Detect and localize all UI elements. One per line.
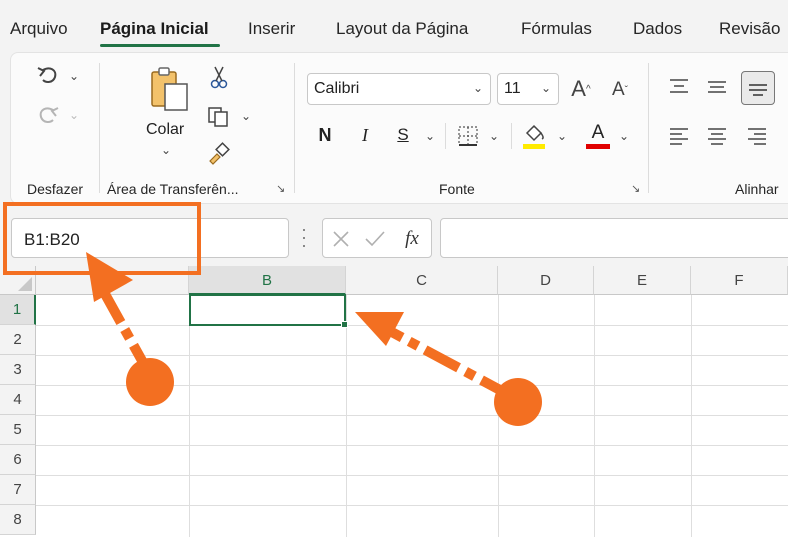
paste-label[interactable]: Colar: [146, 121, 184, 139]
insert-function-icon[interactable]: fx: [399, 226, 425, 252]
tab-arquivo[interactable]: Arquivo: [10, 19, 68, 39]
grow-font-icon[interactable]: A ^: [567, 75, 595, 103]
undo-icon[interactable]: [33, 63, 63, 89]
tab-pagina-inicial[interactable]: Página Inicial: [100, 19, 209, 39]
formula-controls: fx: [322, 218, 432, 258]
font-name-value: Calibri: [314, 80, 360, 97]
enter-icon[interactable]: [363, 227, 387, 251]
paste-icon[interactable]: [148, 65, 192, 115]
align-middle-icon[interactable]: [705, 75, 729, 97]
underline-dropdown-icon[interactable]: ⌄: [425, 129, 435, 143]
gridline: [36, 445, 788, 446]
chevron-down-icon: ⌄: [472, 81, 483, 95]
gridline: [594, 295, 595, 537]
column-header-d[interactable]: D: [498, 266, 594, 295]
gridline: [498, 295, 499, 537]
borders-dropdown-icon[interactable]: ⌄: [489, 129, 499, 143]
cut-icon[interactable]: [209, 65, 229, 89]
column-header-e[interactable]: E: [594, 266, 691, 295]
underline-button[interactable]: S: [391, 123, 415, 147]
font-name-select[interactable]: Calibri ⌄: [307, 73, 491, 105]
group-label-undo: Desfazer: [27, 181, 84, 197]
bold-button[interactable]: N: [313, 123, 337, 147]
borders-icon[interactable]: [455, 123, 481, 149]
gridline: [36, 355, 788, 356]
fill-handle[interactable]: [341, 321, 348, 328]
group-divider: [99, 63, 100, 193]
align-left-icon[interactable]: [667, 125, 691, 147]
italic-button[interactable]: I: [353, 123, 377, 147]
more-options-icon[interactable]: · · ·: [301, 220, 307, 254]
row-header-4[interactable]: 4: [0, 385, 36, 415]
tab-formulas[interactable]: Fórmulas: [521, 19, 592, 39]
group-label-alignment: Alinhar: [735, 181, 779, 197]
font-size-value: 11: [504, 80, 521, 97]
redo-icon[interactable]: [33, 103, 63, 129]
gridline: [36, 325, 788, 326]
paste-dropdown-icon[interactable]: ⌄: [161, 143, 171, 157]
row-header-5[interactable]: 5: [0, 415, 36, 445]
gridline: [691, 295, 692, 537]
align-center-icon[interactable]: [705, 125, 729, 147]
redo-dropdown-icon: ⌄: [69, 108, 80, 122]
column-header-f[interactable]: F: [691, 266, 788, 295]
align-right-icon[interactable]: [745, 125, 769, 147]
shrink-font-icon[interactable]: Aˇ: [607, 77, 633, 103]
copy-icon[interactable]: [206, 105, 232, 129]
tab-inserir[interactable]: Inserir: [248, 19, 295, 39]
tab-dados[interactable]: Dados: [633, 19, 682, 39]
gridline: [36, 475, 788, 476]
row-header-2[interactable]: 2: [0, 325, 36, 355]
copy-dropdown-icon[interactable]: ⌄: [241, 109, 251, 123]
divider: [511, 123, 512, 149]
formula-input[interactable]: [440, 218, 788, 258]
row-header-1[interactable]: 1: [0, 295, 36, 325]
chevron-down-icon: ⌄: [540, 81, 551, 95]
gridline: [189, 295, 190, 537]
column-header-b[interactable]: B: [189, 266, 346, 295]
worksheet-grid[interactable]: B C D E F 1 2 3 4 5 6 7 8: [0, 266, 788, 537]
ribbon-panel: ⌄ ⌄ Desfazer Colar ⌄ ⌄ Área de Transferê…: [10, 52, 788, 204]
divider: [445, 123, 446, 149]
group-label-clipboard: Área de Transferên...: [107, 181, 239, 197]
group-label-font: Fonte: [439, 181, 475, 197]
font-launcher-icon[interactable]: ↘: [631, 183, 643, 195]
row-header-7[interactable]: 7: [0, 475, 36, 505]
undo-dropdown-icon[interactable]: ⌄: [69, 69, 79, 83]
align-top-icon[interactable]: [667, 75, 691, 97]
font-size-select[interactable]: 11 ⌄: [497, 73, 559, 105]
tab-layout-da-pagina[interactable]: Layout da Página: [336, 19, 468, 39]
gridline: [36, 505, 788, 506]
group-divider: [294, 63, 295, 193]
gridline: [36, 415, 788, 416]
font-color-icon[interactable]: A: [585, 119, 611, 151]
fill-color-dropdown-icon[interactable]: ⌄: [557, 129, 567, 143]
gridline: [36, 385, 788, 386]
cancel-icon[interactable]: [329, 227, 353, 251]
row-header-8[interactable]: 8: [0, 505, 36, 535]
gridline: [346, 295, 347, 537]
font-color-dropdown-icon[interactable]: ⌄: [619, 129, 629, 143]
row-header-3[interactable]: 3: [0, 355, 36, 385]
column-header-c[interactable]: C: [346, 266, 498, 295]
fill-color-icon[interactable]: [521, 121, 547, 151]
tab-revisao[interactable]: Revisão: [719, 19, 780, 39]
ribbon-tabs: Arquivo Página Inicial Inserir Layout da…: [0, 0, 788, 52]
annotation-highlight-box: [3, 202, 201, 275]
clipboard-launcher-icon[interactable]: ↘: [276, 183, 288, 195]
align-bottom-icon[interactable]: [741, 71, 775, 105]
group-divider: [648, 63, 649, 193]
active-tab-indicator: [100, 44, 220, 47]
format-painter-icon[interactable]: [207, 141, 231, 165]
active-cell-b1[interactable]: [189, 294, 346, 326]
row-header-6[interactable]: 6: [0, 445, 36, 475]
